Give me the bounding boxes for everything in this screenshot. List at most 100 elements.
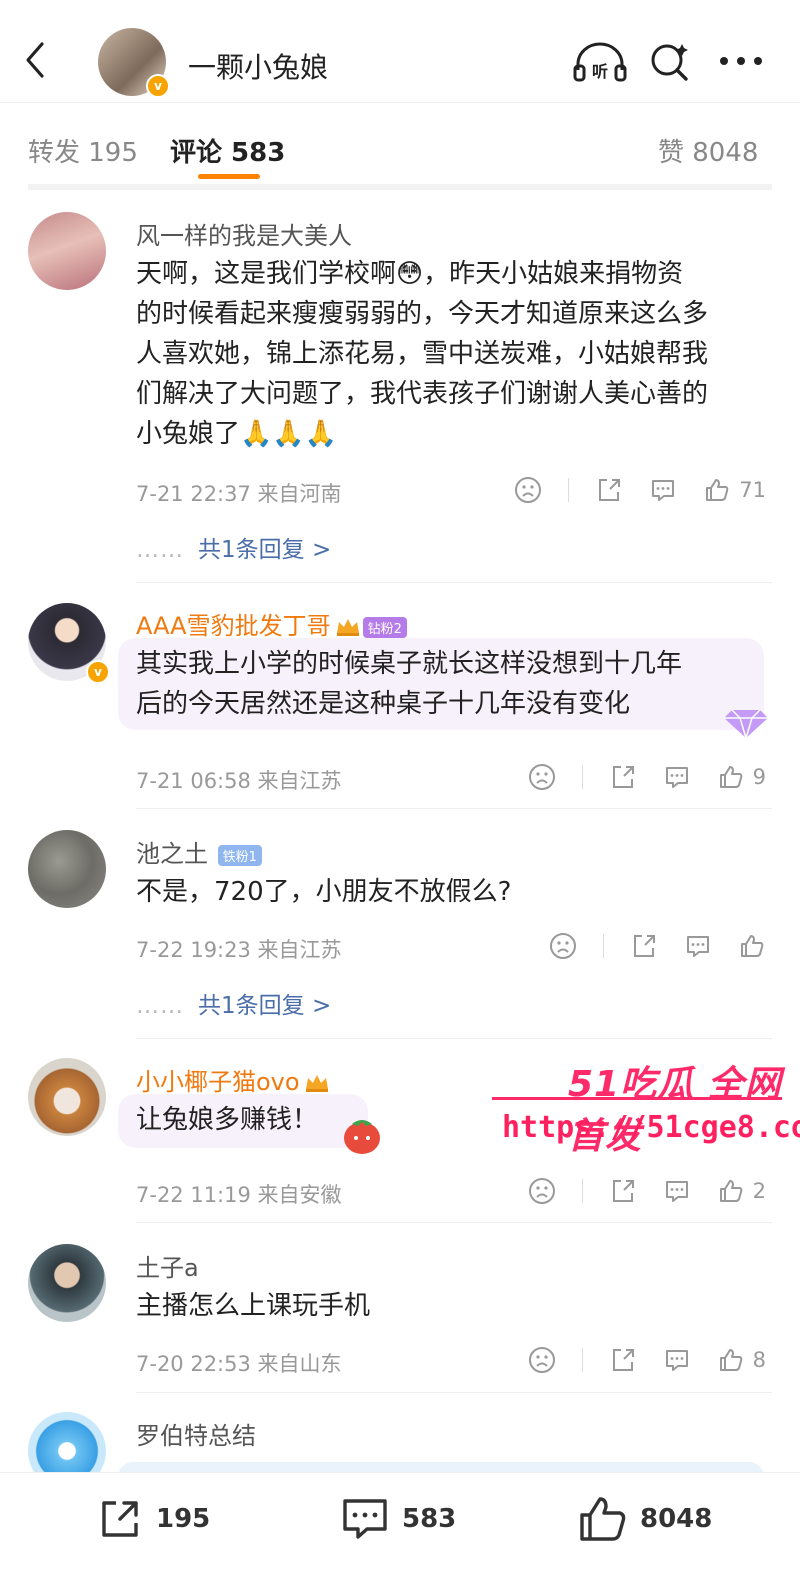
like-button[interactable]: 71	[703, 476, 766, 504]
comment-meta: 7-21 06:58 来自江苏	[136, 769, 342, 793]
comment-text: 其实我上小学的时候桌子就长这样没想到十几年 后的今天居然还是这种桌子十几年没有变…	[136, 644, 766, 724]
commenter-avatar[interactable]	[28, 1058, 106, 1136]
like-button[interactable]: 8	[717, 1346, 766, 1374]
dislike-button[interactable]	[528, 763, 556, 791]
action-separator	[581, 1348, 583, 1372]
listen-headphones-icon[interactable]: 听	[572, 40, 628, 84]
like-button[interactable]	[738, 932, 766, 960]
comment-line: 们解决了大问题了，我代表孩子们谢谢人美心善的	[136, 379, 709, 409]
footer-like-button[interactable]: 8048	[578, 1495, 712, 1543]
commenter-name-row: 池之土 铁粉1	[136, 834, 262, 869]
share-icon	[612, 1349, 634, 1371]
comment-text: 不是，720了，小朋友不放假么?	[136, 872, 766, 912]
dots: ……	[136, 993, 184, 1019]
dislike-button[interactable]	[549, 932, 577, 960]
watermark-underline	[492, 1097, 782, 1100]
commenter-name[interactable]: 池之土	[136, 840, 208, 868]
comment-actions: 71	[488, 474, 766, 506]
action-separator	[603, 934, 604, 958]
comment-icon	[665, 1350, 688, 1371]
sad-face-icon	[515, 477, 542, 503]
sad-face-icon	[528, 764, 555, 790]
author-name[interactable]: 一颗小兔娘	[188, 46, 328, 86]
share-button[interactable]	[609, 1177, 637, 1205]
share-button[interactable]	[630, 932, 658, 960]
share-button[interactable]	[595, 476, 623, 504]
thumbs-up-icon	[719, 1349, 742, 1371]
reply-count: 共1条回复 >	[198, 993, 332, 1019]
commenter-avatar[interactable]	[28, 212, 106, 290]
comment-line: 不是，720了，小朋友不放假么?	[136, 877, 512, 907]
thumbs-up-icon	[580, 1497, 626, 1541]
comment-line: 天啊，这是我们学校啊😳，昨天小姑娘来捐物资	[136, 259, 684, 289]
comment-count: 583	[402, 1504, 457, 1534]
view-replies-link[interactable]: …… 共1条回复 >	[136, 530, 331, 564]
tab-comment[interactable]: 评论 583	[170, 132, 285, 169]
tab-like[interactable]: 赞 8048	[658, 132, 758, 169]
fan-level-badge: 钻粉2	[362, 616, 407, 638]
like-button[interactable]: 2	[717, 1177, 766, 1205]
footer-comment-button[interactable]: 583	[340, 1495, 456, 1543]
watermark-url: https://51cge8.com	[502, 1110, 800, 1145]
reply-button[interactable]	[663, 1177, 691, 1205]
comment-meta: 7-22 11:19 来自安徽	[136, 1183, 342, 1207]
commenter-avatar[interactable]	[28, 1244, 106, 1322]
search-icon[interactable]	[648, 40, 692, 84]
share-icon	[102, 1501, 138, 1537]
comment-line: 后的今天居然还是这种桌子十几年没有变化	[136, 689, 631, 719]
share-button[interactable]	[609, 1346, 637, 1374]
svg-text:听: 听	[592, 62, 608, 81]
repost-count: 195	[156, 1504, 211, 1534]
view-replies-link[interactable]: …… 共1条回复 >	[136, 986, 331, 1020]
tab-repost[interactable]: 转发 195	[28, 132, 138, 169]
comment-line: 的时候看起来瘦瘦弱弱的，今天才知道原来这么多	[136, 299, 709, 329]
like-count: 71	[739, 478, 766, 502]
dislike-button[interactable]	[514, 476, 542, 504]
like-count: 8	[752, 1348, 766, 1372]
comment-actions: 8	[502, 1344, 766, 1376]
tab-bar: 转发 195 评论 583 赞 8048	[0, 102, 800, 188]
comment-icon	[687, 936, 709, 957]
top-bar: v 一颗小兔娘 听	[0, 0, 800, 103]
dislike-button[interactable]	[528, 1346, 556, 1374]
back-arrow-icon[interactable]	[20, 40, 50, 80]
commenter-name[interactable]: 罗伯特总结	[136, 1416, 256, 1451]
sad-face-icon	[528, 1347, 555, 1373]
comment-icon	[343, 1499, 387, 1539]
more-options-icon[interactable]	[718, 46, 764, 76]
like-count: 9	[752, 765, 766, 789]
commenter-name[interactable]: 风一样的我是大美人	[136, 216, 352, 251]
comment-line: 主播怎么上课玩手机	[136, 1291, 371, 1321]
crown-icon	[336, 619, 359, 636]
reply-button[interactable]	[684, 932, 712, 960]
share-button[interactable]	[609, 763, 637, 791]
sad-face-icon	[528, 1178, 555, 1204]
commenter-name[interactable]: 土子a	[136, 1248, 199, 1283]
footer-repost-button[interactable]: 195	[96, 1495, 210, 1543]
divider	[136, 1222, 772, 1223]
comment-line: 其实我上小学的时候桌子就长这样没想到十几年	[136, 649, 683, 679]
comment-meta: 7-20 22:53 来自山东	[136, 1352, 342, 1376]
reply-button[interactable]	[649, 476, 677, 504]
comment-text: 主播怎么上课玩手机	[136, 1286, 766, 1326]
reply-button[interactable]	[663, 763, 691, 791]
divider	[136, 808, 772, 809]
commenter-name[interactable]: 小小椰子猫ovo	[136, 1068, 300, 1096]
action-separator	[568, 478, 570, 502]
dislike-button[interactable]	[528, 1177, 556, 1205]
bottom-action-bar: 195 583 8048	[0, 1472, 800, 1588]
divider	[136, 1392, 772, 1393]
action-separator	[581, 765, 583, 789]
like-count-total: 8048	[640, 1504, 713, 1534]
comment-text: 天啊，这是我们学校啊😳，昨天小姑娘来捐物资 的时候看起来瘦瘦弱弱的，今天才知道原…	[136, 254, 766, 454]
comment-actions: 9	[502, 761, 766, 793]
commenter-name[interactable]: AAA雪豹批发丁哥	[136, 612, 331, 640]
commenter-avatar[interactable]	[28, 830, 106, 908]
thumbs-up-icon	[741, 935, 764, 957]
comment-line: 小兔娘了🙏🙏🙏	[136, 419, 338, 449]
reply-button[interactable]	[663, 1346, 691, 1374]
like-button[interactable]: 9	[717, 763, 766, 791]
comment-meta: 7-21 22:37 来自河南	[136, 482, 342, 506]
sad-face-icon	[550, 933, 576, 959]
comment-icon	[652, 480, 675, 501]
